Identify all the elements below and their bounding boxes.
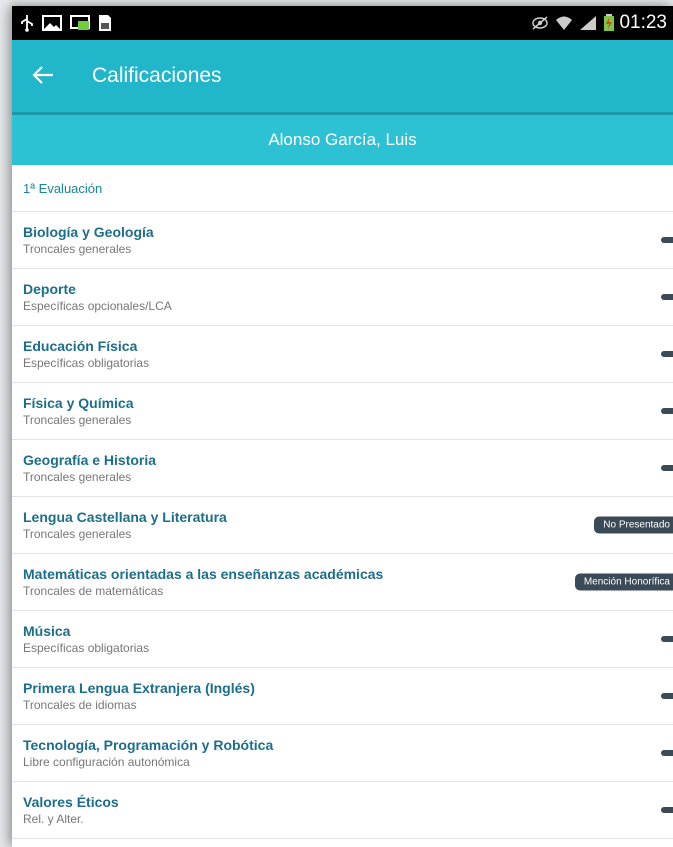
- subject-category: Específicas opcionales/LCA: [23, 299, 172, 313]
- signal-icon: [579, 15, 597, 31]
- subject-category: Rel. y Alter.: [23, 812, 84, 826]
- subject-row-musica[interactable]: Música Específicas obligatorias: [12, 611, 673, 668]
- grade-badge: [661, 237, 673, 243]
- subject-category: Troncales generales: [23, 470, 132, 484]
- grade-badge: [661, 693, 673, 699]
- eye-icon: [531, 15, 549, 31]
- phone-screen: 01:23 Calificaciones Alonso García, Luis…: [12, 6, 673, 847]
- usb-icon: [20, 14, 34, 32]
- grade-badge: [661, 750, 673, 756]
- grade-badge: [661, 351, 673, 357]
- subject-category: Específicas obligatorias: [23, 356, 150, 370]
- subject-name: Valores Éticos: [23, 794, 119, 810]
- grade-badge: [661, 294, 673, 300]
- page-title: Calificaciones: [92, 64, 222, 87]
- subject-name: Primera Lengua Extranjera (Inglés): [23, 680, 255, 696]
- image-icon: [42, 15, 62, 31]
- subject-row-tecnologia[interactable]: Tecnología, Programación y Robótica Libr…: [12, 725, 673, 782]
- subject-category: Troncales generales: [23, 527, 132, 541]
- subject-row-biologia[interactable]: Biología y Geología Troncales generales: [12, 212, 673, 269]
- subject-row-matematicas[interactable]: Matemáticas orientadas a las enseñanzas …: [12, 554, 673, 611]
- status-bar-left: [20, 14, 120, 32]
- subject-name: Música: [23, 623, 71, 639]
- grade-badge: [661, 636, 673, 642]
- subject-row-educacion-fisica[interactable]: Educación Física Específicas obligatoria…: [12, 326, 673, 383]
- document-icon: [98, 14, 112, 32]
- subject-category: Troncales de idiomas: [23, 698, 137, 712]
- subject-row-geografia-historia[interactable]: Geografía e Historia Troncales generales: [12, 440, 673, 497]
- student-name-header: Alonso García, Luis: [12, 115, 673, 165]
- subject-name: Lengua Castellana y Literatura: [23, 509, 227, 525]
- status-bar: 01:23: [12, 6, 673, 40]
- subject-name: Deporte: [23, 281, 76, 297]
- back-arrow-icon[interactable]: [32, 63, 62, 89]
- subject-category: Específicas obligatorias: [23, 641, 150, 655]
- grade-badge: No Presentado: [594, 516, 673, 534]
- subject-name: Educación Física: [23, 338, 138, 354]
- subject-category: Troncales generales: [23, 413, 132, 427]
- subject-category: Troncales generales: [23, 242, 132, 256]
- status-time: 01:23: [619, 12, 667, 33]
- subject-name: Biología y Geología: [23, 224, 154, 240]
- grade-badge: [661, 807, 673, 813]
- subject-row-valores-eticos[interactable]: Valores Éticos Rel. y Alter.: [12, 782, 673, 839]
- wifi-icon: [555, 15, 573, 31]
- subject-row-fisica-quimica[interactable]: Física y Química Troncales generales: [12, 383, 673, 440]
- app-bar: Calificaciones: [12, 40, 673, 112]
- grade-badge: [661, 408, 673, 414]
- battery-icon: [603, 14, 615, 32]
- subject-row-lengua-castellana[interactable]: Lengua Castellana y Literatura Troncales…: [12, 497, 673, 554]
- grade-badge: [661, 465, 673, 471]
- subject-name: Geografía e Historia: [23, 452, 157, 468]
- subject-name: Tecnología, Programación y Robótica: [23, 737, 274, 753]
- subject-row-ingles[interactable]: Primera Lengua Extranjera (Inglés) Tronc…: [12, 668, 673, 725]
- evaluation-section-title: 1ª Evaluación: [12, 165, 673, 212]
- subject-row-deporte[interactable]: Deporte Específicas opcionales/LCA: [12, 269, 673, 326]
- subject-list: Biología y Geología Troncales generales …: [12, 212, 673, 839]
- status-bar-right: 01:23: [525, 12, 667, 34]
- subject-category: Libre configuración autonómica: [23, 755, 190, 769]
- grade-badge: Mención Honorífica: [574, 573, 673, 591]
- subject-name: Física y Química: [23, 395, 134, 411]
- cast-icon: [70, 15, 90, 31]
